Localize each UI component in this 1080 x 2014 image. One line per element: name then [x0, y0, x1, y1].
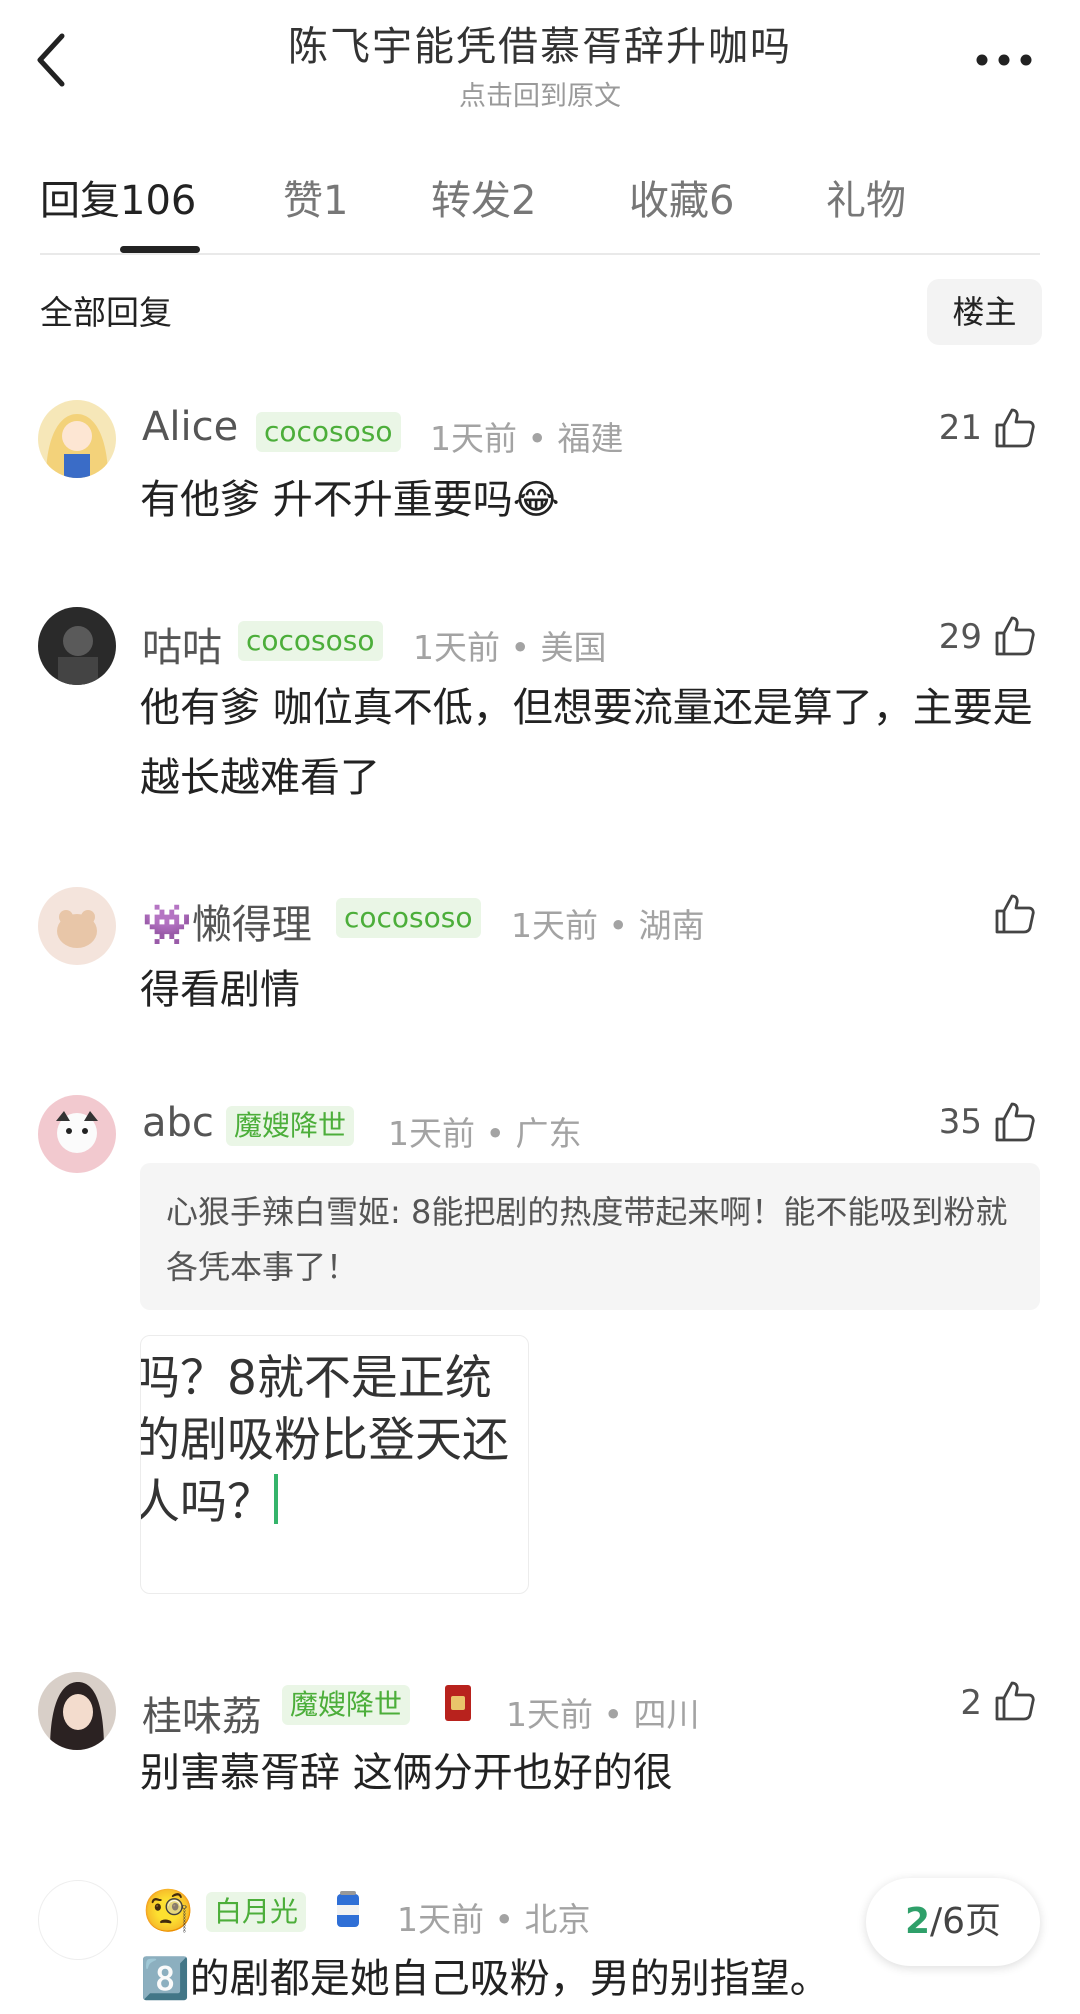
- comment-location: 美国: [540, 628, 607, 667]
- user-badge: cocososo: [336, 898, 481, 938]
- avatar[interactable]: [38, 1880, 118, 1960]
- comment-location: 北京: [524, 1900, 591, 1939]
- back-to-original-link[interactable]: 点击回到原文: [0, 74, 1080, 113]
- avatar[interactable]: [38, 887, 116, 965]
- image-attachment[interactable]: 吗？8就不是正统 的剧吸粉比登天还 人吗？: [140, 1335, 529, 1594]
- comment-time: 1天前: [511, 906, 598, 945]
- comment-location: 湖南: [638, 906, 705, 945]
- comment-location: 福建: [557, 419, 624, 458]
- avatar[interactable]: [38, 1095, 116, 1173]
- thumbs-up-icon[interactable]: [993, 1679, 1037, 1723]
- username-emoji[interactable]: 🧐: [142, 1886, 194, 1936]
- page-indicator[interactable]: 2/6页: [866, 1878, 1040, 1966]
- text-cursor: [274, 1474, 278, 1524]
- comment-time: 1天前: [413, 628, 500, 667]
- image-text-line: 人吗？: [140, 1472, 528, 1534]
- image-text-line-content: 人吗？: [140, 1475, 274, 1530]
- total-pages: 6页: [942, 1901, 1002, 1942]
- tab-likes-label: 赞: [283, 178, 323, 224]
- image-text-line: 吗？8就不是正统: [140, 1351, 492, 1406]
- thumbs-up-icon[interactable]: [993, 614, 1037, 658]
- op-only-button[interactable]: 楼主: [927, 279, 1042, 345]
- tab-replies-count: 106: [120, 178, 197, 224]
- page-separator: /: [930, 1901, 943, 1942]
- comment-text: 别害慕胥辞 这俩分开也好的很: [140, 1750, 673, 1796]
- tab-favorites-count: 6: [709, 178, 735, 224]
- tab-likes-count: 1: [323, 178, 349, 224]
- all-replies-label[interactable]: 全部回复: [40, 286, 172, 334]
- username-text: 懒得理: [191, 902, 312, 948]
- page-title[interactable]: 陈飞宇能凭借慕胥辞升咖吗: [0, 14, 1080, 72]
- quoted-reply[interactable]: 心狠手辣白雪姬: 8能把剧的热度带起来啊！能不能吸到粉就各凭本事了！: [140, 1163, 1040, 1310]
- current-page: 2: [904, 1901, 930, 1942]
- comment-location: 四川: [633, 1695, 700, 1734]
- like-count: 21: [938, 408, 982, 448]
- alien-monster-icon: 👾: [142, 902, 192, 948]
- username[interactable]: abc: [142, 1100, 214, 1146]
- comment-meta: 1天前 • 北京: [397, 1900, 591, 1939]
- image-text-line: 的剧吸粉比登天还: [140, 1413, 509, 1468]
- user-badge: cocososo: [256, 412, 401, 452]
- tab-replies[interactable]: 回复106: [40, 168, 196, 226]
- user-badge: 魔嫂降世: [282, 1685, 411, 1725]
- user-badge: 白月光: [206, 1892, 307, 1932]
- like-count: 2: [960, 1683, 982, 1723]
- tab-reposts-label: 转发: [431, 178, 511, 224]
- comment-meta: 1天前 • 福建: [430, 419, 624, 458]
- divider: [40, 253, 1040, 255]
- username[interactable]: Alice: [142, 404, 238, 450]
- user-badge: 魔嫂降世: [226, 1106, 355, 1146]
- like-count: 29: [938, 617, 982, 657]
- tab-reposts-count: 2: [511, 178, 537, 224]
- comment-text: 他有爹 咖位真不低，但想要流量还是算了，主要是越长越难看了: [140, 685, 1033, 801]
- comment-text: 有他爹 升不升重要吗😂: [140, 477, 560, 523]
- can-icon: [334, 1890, 362, 1934]
- tab-bar: 回复106 赞1 转发2 收藏6 礼物: [40, 168, 1040, 253]
- thumbs-up-icon[interactable]: [993, 406, 1037, 450]
- comment-time: 1天前: [397, 1900, 484, 1939]
- comment-time: 1天前: [388, 1114, 475, 1153]
- comment-time: 1天前: [430, 419, 517, 458]
- quoted-reply-text: 心狠手辣白雪姬: 8能把剧的热度带起来啊！能不能吸到粉就各凭本事了！: [166, 1193, 1008, 1286]
- tab-gifts[interactable]: 礼物: [826, 168, 906, 226]
- tab-gifts-label: 礼物: [826, 178, 906, 224]
- top-bar: 陈飞宇能凭借慕胥辞升咖吗 点击回到原文: [0, 0, 1080, 113]
- comment-meta: 1天前 • 美国: [413, 628, 607, 667]
- tab-reposts[interactable]: 转发2: [431, 168, 536, 226]
- like-count: 35: [938, 1102, 982, 1142]
- comment-meta: 1天前 • 四川: [506, 1695, 700, 1734]
- tab-replies-label: 回复: [40, 178, 120, 224]
- tab-likes[interactable]: 赞1: [283, 168, 348, 226]
- avatar[interactable]: [38, 400, 116, 478]
- username[interactable]: 咕咕: [142, 615, 222, 673]
- avatar[interactable]: [38, 1672, 116, 1750]
- username[interactable]: 👾懒得理: [142, 892, 312, 950]
- comment-meta: 1天前 • 湖南: [511, 906, 705, 945]
- username[interactable]: 桂味荔: [142, 1684, 262, 1742]
- comment-text: 得看剧情: [140, 967, 300, 1013]
- tab-favorites[interactable]: 收藏6: [629, 168, 734, 226]
- tab-favorites-label: 收藏: [629, 178, 709, 224]
- user-badge: cocososo: [238, 621, 383, 661]
- active-tab-indicator: [120, 246, 200, 253]
- comment-meta: 1天前 • 广东: [388, 1114, 582, 1153]
- thumbs-up-icon[interactable]: [993, 892, 1037, 936]
- more-options-icon[interactable]: [972, 40, 1036, 80]
- avatar[interactable]: [38, 607, 116, 685]
- thumbs-up-icon[interactable]: [993, 1100, 1037, 1144]
- comment-time: 1天前: [506, 1695, 593, 1734]
- image-text: 吗？8就不是正统 的剧吸粉比登天还 人吗？: [140, 1348, 528, 1534]
- red-card-icon: [444, 1684, 472, 1726]
- comment-location: 广东: [515, 1114, 582, 1153]
